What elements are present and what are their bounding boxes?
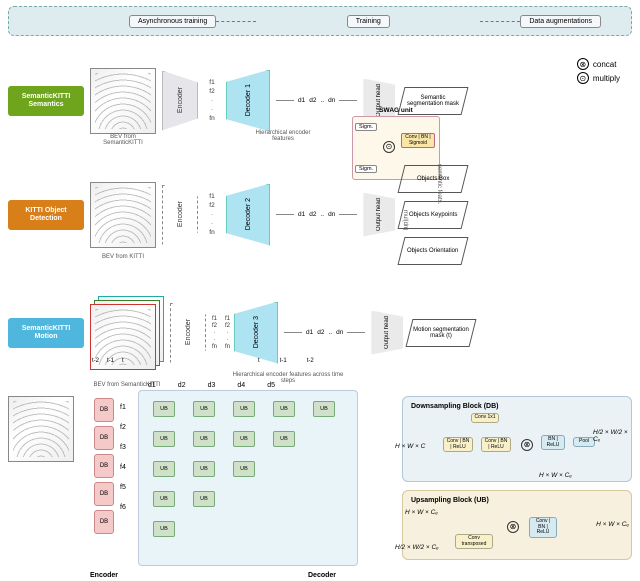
upsampling-panel: Upsampling Block (UB) H × W × Cₑ H/2 × W… <box>402 490 632 560</box>
output-head-3: Output head <box>371 311 403 355</box>
label-detection: KITTI Object Detection <box>8 200 84 230</box>
training-bar: Asynchronous training Training Data augm… <box>8 6 632 36</box>
us-out: H × W × Cₑ <box>596 521 629 528</box>
out-motion: Motion segmentation mask (t) <box>406 319 477 347</box>
encoder-2: Encoder <box>162 185 198 245</box>
db-1: DB <box>94 398 114 422</box>
us-convbnrelu: Conv | BN | ReLU <box>529 517 557 538</box>
bev-caption-1: BEV from SemanticKITTI <box>90 134 156 146</box>
db-3: DB <box>94 454 114 478</box>
decoder-1: Decoder 1 <box>226 70 270 132</box>
us-in-top: H × W × Cₑ <box>405 509 438 516</box>
f-labels: f1 f2 f3 f4 f5 f6 <box>120 404 126 511</box>
feat-col-3: f1f2··fn f1f2··fn f1f2··fn <box>212 316 228 350</box>
swag-conv: Conv | BN | Sigmoid <box>401 133 435 148</box>
output-head-2: Output head <box>363 193 395 237</box>
augment-box: Data augmentations <box>520 15 601 28</box>
bev-caption-2: BEV from KITTI <box>90 254 156 260</box>
encoder-3: Encoder <box>170 303 206 363</box>
encoder-caption: Encoder <box>90 572 118 579</box>
ub: UB <box>153 521 175 537</box>
feat-col-2: f1f2··fn <box>204 193 220 236</box>
us-in-bottom: H/2 × W/2 × Cₑ <box>395 544 445 551</box>
downsampling-panel: Downsampling Block (DB) H × W × C Conv |… <box>402 396 632 482</box>
d-labels: d1 d2 d3 d4 d5 <box>148 382 275 389</box>
label-semantics: SemanticKITTI Semantics <box>8 86 84 116</box>
d-row-3: d1d2..dn <box>284 329 365 336</box>
feat-col-1: f1f2··fn <box>204 79 220 122</box>
arrow-left <box>216 21 256 22</box>
out-orient: Objects Orientation <box>398 237 469 265</box>
label-motion: SemanticKITTI Motion <box>8 318 84 348</box>
ub: UB <box>273 431 295 447</box>
decoder-caption: Decoder <box>308 572 336 579</box>
ds-convbnrelu-1: Conv | BN | ReLU <box>443 437 473 452</box>
db-2: DB <box>94 426 114 450</box>
stream-semantics: SemanticKITTI Semantics BEV from Semanti… <box>8 48 632 153</box>
encoder-1: Encoder <box>162 71 198 131</box>
ub: UB <box>193 491 215 507</box>
sigm-top: Sigm. <box>355 123 377 131</box>
ub: UB <box>153 401 175 417</box>
bottom-bev <box>8 396 74 462</box>
ub: UB <box>153 491 175 507</box>
bev-image-detection <box>90 182 156 248</box>
ds-out-side: H × W × Cₑ <box>539 472 572 479</box>
ub: UB <box>273 401 295 417</box>
stream-detection: KITTI Object Detection BEV from KITTI En… <box>8 162 632 267</box>
us-concat-icon: ⊗ <box>507 521 519 533</box>
ds-in-dim: H × W × C <box>395 443 425 450</box>
ds-conv1x1: Conv 1x1 <box>471 413 499 423</box>
ds-concat-icon: ⊗ <box>521 439 533 451</box>
ub: UB <box>233 461 255 477</box>
bev-image-semantics <box>90 68 156 134</box>
ds-bnrelu: BN | ReLU <box>541 435 565 450</box>
stream-motion: SemanticKITTI Motion BEV from SemanticKI… <box>8 280 632 385</box>
ub: UB <box>193 401 215 417</box>
out-box: Objects Box <box>398 165 469 193</box>
ub: UB <box>313 401 335 417</box>
ub: UB <box>153 461 175 477</box>
ds-pool: Pool <box>573 437 595 447</box>
ds-title: Downsampling Block (DB) <box>411 403 623 410</box>
ds-convbnrelu-2: Conv | BN | ReLU <box>481 437 511 452</box>
training-box: Training <box>347 15 390 28</box>
out-kp: Objects Keypoints <box>398 201 469 229</box>
ub: UB <box>153 431 175 447</box>
encoder-column: DB DB DB DB DB <box>94 398 114 534</box>
swag-mul-icon: ⊙ <box>383 141 395 153</box>
decoder-grid: UB UB UB UB UB UB UB UB UB UB UB UB UB U… <box>138 390 358 566</box>
d-row-1: d1d2..dn <box>276 97 357 104</box>
db-5: DB <box>94 510 114 534</box>
us-convtrans: Conv transposed <box>455 534 493 549</box>
decoder-3: Decoder 3 <box>234 302 278 364</box>
ds-out-top: H/2 × W/2 × Cₑ <box>593 429 633 443</box>
bottom-area: DB DB DB DB DB f1 f2 f3 f4 f5 f6 d1 d2 d… <box>8 396 632 575</box>
decoder-2: Decoder 2 <box>226 184 270 246</box>
ub: UB <box>233 401 255 417</box>
db-4: DB <box>94 482 114 506</box>
us-title: Upsampling Block (UB) <box>411 497 623 504</box>
time-col-labels: t t-1 t-2 <box>258 358 314 364</box>
async-training-box: Asynchronous training <box>129 15 216 28</box>
time-labels: t-2 t-1 t <box>92 358 124 364</box>
ub: UB <box>193 461 215 477</box>
hier-caption-1: Hierarchical encoder features <box>248 130 318 142</box>
swag-title: SWAG unit <box>379 107 413 114</box>
ub: UB <box>233 431 255 447</box>
d-row-2: d1d2..dn <box>276 211 357 218</box>
out-col-2: Objects Box Objects Keypoints Objects Or… <box>401 165 465 265</box>
arrow-right <box>480 21 520 22</box>
ub: UB <box>193 431 215 447</box>
